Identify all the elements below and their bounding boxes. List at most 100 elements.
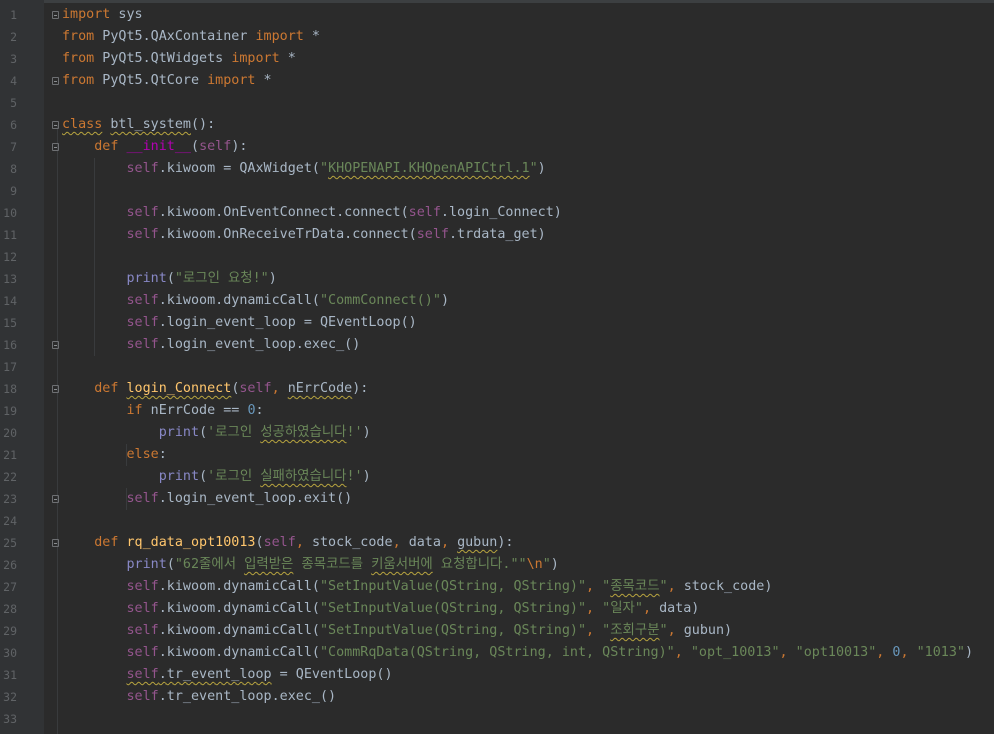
code-token: '로그인 <box>207 425 261 440</box>
code-line[interactable]: 5 <box>0 92 994 114</box>
code-line[interactable]: 29 self.kiwoom.dynamicCall("SetInputValu… <box>0 620 994 642</box>
line-number: 16 <box>3 338 17 352</box>
code-text: def rq_data_opt10013(self, stock_code, d… <box>62 532 513 554</box>
code-token: gubun <box>457 535 498 550</box>
code-token: !' <box>346 425 363 440</box>
fold-marker-icon[interactable] <box>52 77 59 85</box>
line-number: 23 <box>3 492 17 506</box>
code-token: , <box>876 645 893 660</box>
code-line[interactable]: 30 self.kiwoom.dynamicCall("CommRqData(Q… <box>0 642 994 664</box>
code-line[interactable]: 22 print('로그인 실패하였습니다!') <box>0 466 994 488</box>
code-text: print("62줄에서 입력받은 종목코드를 키움서버에 요청합니다.""\n… <box>62 554 559 576</box>
code-line[interactable]: 23 self.login_event_loop.exit() <box>0 488 994 510</box>
code-line[interactable]: 6 class btl_system(): <box>0 114 994 136</box>
code-text: from PyQt5.QtCore import * <box>62 70 272 92</box>
code-line[interactable]: 25 def rq_data_opt10013(self, stock_code… <box>0 532 994 554</box>
line-number: 30 <box>3 646 17 660</box>
code-token: , <box>674 645 691 660</box>
code-line[interactable]: 10 self.kiwoom.OnEventConnect.connect(se… <box>0 202 994 224</box>
code-line[interactable]: 8 self.kiwoom = QAxWidget("KHOPENAPI.KHO… <box>0 158 994 180</box>
code-line[interactable]: 27 self.kiwoom.dynamicCall("SetInputValu… <box>0 576 994 598</box>
code-line[interactable]: 31 self.tr_event_loop = QEventLoop() <box>0 664 994 686</box>
fold-marker-icon[interactable] <box>52 341 59 349</box>
line-number: 14 <box>3 294 17 308</box>
code-token: .kiwoom.OnEventConnect.connect( <box>158 205 409 220</box>
fold-marker-icon[interactable] <box>52 539 59 547</box>
code-token: self <box>263 535 296 550</box>
code-token: " <box>542 557 551 572</box>
code-line[interactable]: 11 self.kiwoom.OnReceiveTrData.connect(s… <box>0 224 994 246</box>
code-line[interactable]: 3 from PyQt5.QtWidgets import * <box>0 48 994 70</box>
line-number: 11 <box>3 228 17 242</box>
code-line[interactable]: 17 <box>0 356 994 378</box>
line-number: 6 <box>10 118 17 132</box>
code-token: self <box>126 293 159 308</box>
code-token: , <box>586 579 603 594</box>
code-line[interactable]: 28 self.kiwoom.dynamicCall("SetInputValu… <box>0 598 994 620</box>
code-token: , <box>779 645 796 660</box>
code-line[interactable]: 21 else: <box>0 444 994 466</box>
code-token: , <box>667 623 684 638</box>
code-line[interactable]: 9 <box>0 180 994 202</box>
fold-marker-icon[interactable] <box>52 385 59 393</box>
code-token: self <box>126 645 159 660</box>
code-line[interactable]: 13 print("로그인 요청!") <box>0 268 994 290</box>
code-text: self.kiwoom = QAxWidget("KHOPENAPI.KHOpe… <box>62 158 546 180</box>
code-line[interactable]: 7 def __init__(self): <box>0 136 994 158</box>
code-line[interactable]: 14 self.kiwoom.dynamicCall("CommConnect(… <box>0 290 994 312</box>
code-token: def <box>94 381 119 396</box>
code-token: = QEventLoop() <box>271 667 393 682</box>
fold-marker-icon[interactable] <box>52 121 59 129</box>
line-number: 4 <box>10 74 17 88</box>
code-line[interactable]: 20 print('로그인 성공하였습니다!') <box>0 422 994 444</box>
code-line[interactable]: 4 from PyQt5.QtCore import * <box>0 70 994 92</box>
code-text: self.kiwoom.OnEventConnect.connect(self.… <box>62 202 562 224</box>
code-token: self <box>126 491 159 506</box>
code-line[interactable]: 16 self.login_event_loop.exec_() <box>0 334 994 356</box>
code-line[interactable]: 24 <box>0 510 994 532</box>
code-token: stock_code <box>311 535 393 550</box>
line-number: 24 <box>3 514 17 528</box>
code-token: , <box>271 381 288 396</box>
code-token: data) <box>659 601 700 616</box>
code-token: .kiwoom.OnReceiveTrData.connect( <box>158 227 417 242</box>
code-token: 키움서버에 <box>371 557 433 572</box>
code-line[interactable]: 12 <box>0 246 994 268</box>
code-token: KHOPENAPI.KHOpenAPICtrl.1 <box>328 161 530 176</box>
code-line[interactable]: 2 from PyQt5.QAxContainer import * <box>0 26 994 48</box>
code-line[interactable]: 1 import sys <box>0 4 994 26</box>
code-line[interactable]: 32 self.tr_event_loop.exec_() <box>0 686 994 708</box>
code-token: ): <box>352 381 369 396</box>
code-token: "일자" <box>602 601 643 616</box>
code-token: , <box>586 623 603 638</box>
code-token: ) <box>537 161 546 176</box>
code-token: , <box>440 535 458 550</box>
line-number: 33 <box>3 712 17 726</box>
editor-top-border <box>0 0 994 3</box>
code-line[interactable]: 15 self.login_event_loop = QEventLoop() <box>0 312 994 334</box>
fold-marker-icon[interactable] <box>52 11 59 19</box>
code-token: data <box>408 535 441 550</box>
code-text: if nErrCode == 0: <box>62 400 264 422</box>
code-line[interactable]: 33 <box>0 708 994 730</box>
fold-marker-icon[interactable] <box>52 143 59 151</box>
code-token: self <box>126 227 159 242</box>
line-number: 3 <box>10 52 17 66</box>
code-line[interactable]: 26 print("62줄에서 입력받은 종목코드를 키움서버에 요청합니다."… <box>0 554 994 576</box>
line-number: 31 <box>3 668 17 682</box>
code-token: nErrCode == <box>142 403 248 418</box>
code-line[interactable]: 19 if nErrCode == 0: <box>0 400 994 422</box>
code-text: def login_Connect(self, nErrCode): <box>62 378 368 400</box>
code-token: .kiwoom.dynamicCall( <box>158 293 320 308</box>
fold-marker-icon[interactable] <box>52 495 59 503</box>
code-editor[interactable]: 1 import sys 2 from PyQt5.QAxContainer impo… <box>0 0 994 734</box>
code-line[interactable]: 18 def login_Connect(self, nErrCode): <box>0 378 994 400</box>
code-token: " <box>659 579 668 594</box>
code-lines[interactable]: 1 import sys 2 from PyQt5.QAxContainer impo… <box>0 4 994 730</box>
code-token: , <box>642 601 660 616</box>
code-token: __init__ <box>126 139 192 154</box>
